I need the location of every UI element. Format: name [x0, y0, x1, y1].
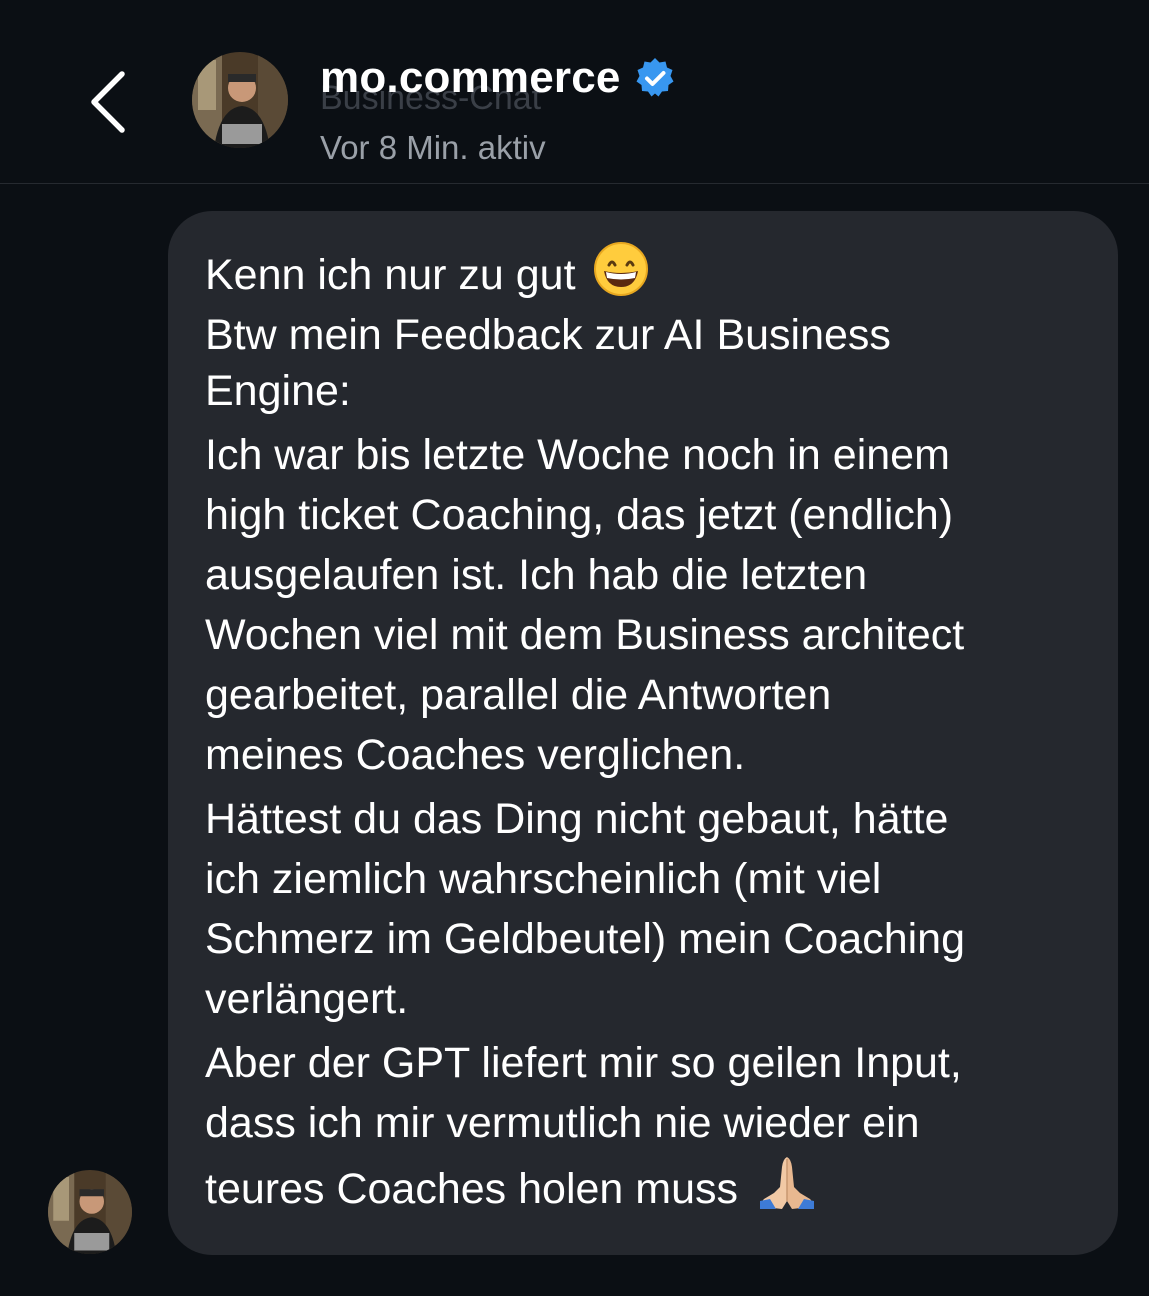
folded-hands-icon	[759, 1157, 814, 1209]
message-bubble[interactable]: Kenn ich nur zu gut Btw mein Feedback zu…	[168, 211, 1118, 1255]
chat-screen: Business-Chat mo.commerce Vor 8 Min. akt…	[0, 0, 1149, 1296]
back-button[interactable]	[78, 62, 138, 142]
avatar-image	[192, 52, 288, 148]
sender-avatar-image	[48, 1170, 132, 1254]
message-line: Wochen viel mit dem Business architect	[205, 611, 965, 659]
message-line: Hättest du das Ding nicht gebaut, hätte	[205, 795, 949, 843]
chevron-left-icon	[91, 71, 125, 133]
chat-header: Business-Chat mo.commerce Vor 8 Min. akt…	[0, 0, 1149, 184]
message-line: ich ziemlich wahrscheinlich (mit viel	[205, 855, 882, 903]
message-line: teures Coaches holen muss	[205, 1153, 1082, 1219]
message-line: Aber der GPT liefert mir so geilen Input…	[205, 1039, 962, 1087]
avatar[interactable]	[192, 52, 288, 148]
message-line: Ich war bis letzte Woche noch in einem	[205, 431, 950, 479]
message-line: Btw mein Feedback zur AI Business	[205, 311, 891, 359]
title-row[interactable]: mo.commerce	[320, 50, 677, 106]
message-text: teures Coaches holen muss	[205, 1165, 739, 1213]
message-line: Engine:	[205, 367, 351, 415]
message-line: high ticket Coaching, das jetzt (endlich…	[205, 491, 954, 539]
message-line: meines Coaches verglichen.	[205, 731, 746, 779]
message-line: Kenn ich nur zu gut	[205, 241, 1082, 305]
verified-badge-icon	[636, 58, 674, 97]
message-text: Kenn ich nur zu gut	[205, 251, 576, 299]
sender-avatar[interactable]	[48, 1170, 132, 1254]
message-line: verlängert.	[205, 975, 409, 1023]
message-line: Schmerz im Geldbeutel) mein Coaching	[205, 915, 965, 963]
message-line: dass ich mir vermutlich nie wieder ein	[205, 1099, 920, 1147]
contact-name: mo.commerce	[320, 53, 621, 102]
message-line: ausgelaufen ist. Ich hab die letzten	[205, 551, 868, 599]
message-line: gearbeitet, parallel die Antworten	[205, 671, 832, 719]
grinning-face-icon	[594, 242, 649, 296]
activity-status: Vor 8 Min. aktiv	[320, 129, 546, 166]
